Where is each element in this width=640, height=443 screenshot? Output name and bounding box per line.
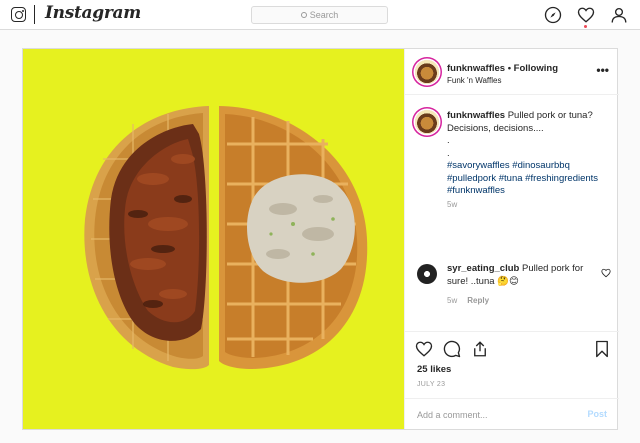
follow-separator: •	[507, 63, 512, 74]
heart-icon[interactable]	[577, 6, 595, 24]
share-icon[interactable]	[471, 340, 489, 358]
following-button[interactable]: Following	[514, 63, 558, 74]
reply-button[interactable]: Reply	[467, 296, 489, 305]
search-input[interactable]: Search	[251, 6, 388, 24]
comment: syr_eating_club Pulled pork for sure! ..…	[447, 263, 595, 288]
post-sidebar: funknwaffles • Following Funk 'n Waffles…	[404, 49, 619, 429]
comment-like-icon[interactable]	[601, 268, 611, 278]
profile-icon[interactable]	[610, 6, 628, 24]
post-date: JULY 23	[417, 381, 446, 388]
caption: funknwaffles Pulled pork or tuna? Decisi…	[447, 110, 607, 198]
more-icon[interactable]: •••	[596, 63, 609, 77]
caption-username[interactable]: funknwaffles	[447, 110, 505, 121]
waffle-photo-illustration	[84, 106, 368, 370]
comments-section: funknwaffles Pulled pork or tuna? Decisi…	[405, 96, 619, 326]
post-photo[interactable]	[23, 49, 404, 429]
top-navigation: Instagram Search	[0, 0, 640, 30]
compass-icon[interactable]	[544, 6, 562, 24]
comment-meta: 5w Reply	[447, 296, 489, 305]
avatar[interactable]	[415, 60, 439, 84]
post-comment-button[interactable]: Post	[587, 409, 607, 419]
comment-avatar[interactable]	[417, 264, 437, 284]
comment-icon[interactable]	[443, 340, 461, 358]
instagram-glyph-icon[interactable]	[11, 7, 26, 22]
like-icon[interactable]	[415, 340, 433, 358]
caption-dot: .	[447, 135, 450, 146]
caption-time: 5w	[447, 200, 458, 209]
comment-username[interactable]: syr_eating_club	[447, 263, 519, 274]
location-link[interactable]: Funk 'n Waffles	[447, 76, 501, 85]
search-icon	[300, 12, 307, 18]
caption-dot: .	[447, 147, 450, 159]
nav-divider	[34, 5, 35, 24]
add-comment-bar: Post	[405, 398, 619, 430]
hashtags[interactable]: #savorywaffles #dinosaurbbq #pulledpork …	[447, 160, 607, 198]
search-placeholder: Search	[309, 10, 339, 20]
notification-dot	[584, 25, 587, 28]
caption-avatar[interactable]	[415, 110, 439, 134]
post-actions: 25 likes JULY 23 Post	[405, 331, 619, 429]
comment-time: 5w	[447, 296, 458, 305]
post-card: funknwaffles • Following Funk 'n Waffles…	[22, 48, 619, 430]
username-link[interactable]: funknwaffles	[447, 63, 505, 74]
comment-input[interactable]	[417, 407, 567, 423]
post-header: funknwaffles • Following Funk 'n Waffles…	[405, 49, 619, 95]
likes-count[interactable]: 25 likes	[417, 364, 451, 375]
instagram-wordmark[interactable]: Instagram	[45, 3, 141, 23]
post-header-user: funknwaffles • Following	[447, 63, 558, 74]
bookmark-icon[interactable]	[593, 340, 611, 358]
